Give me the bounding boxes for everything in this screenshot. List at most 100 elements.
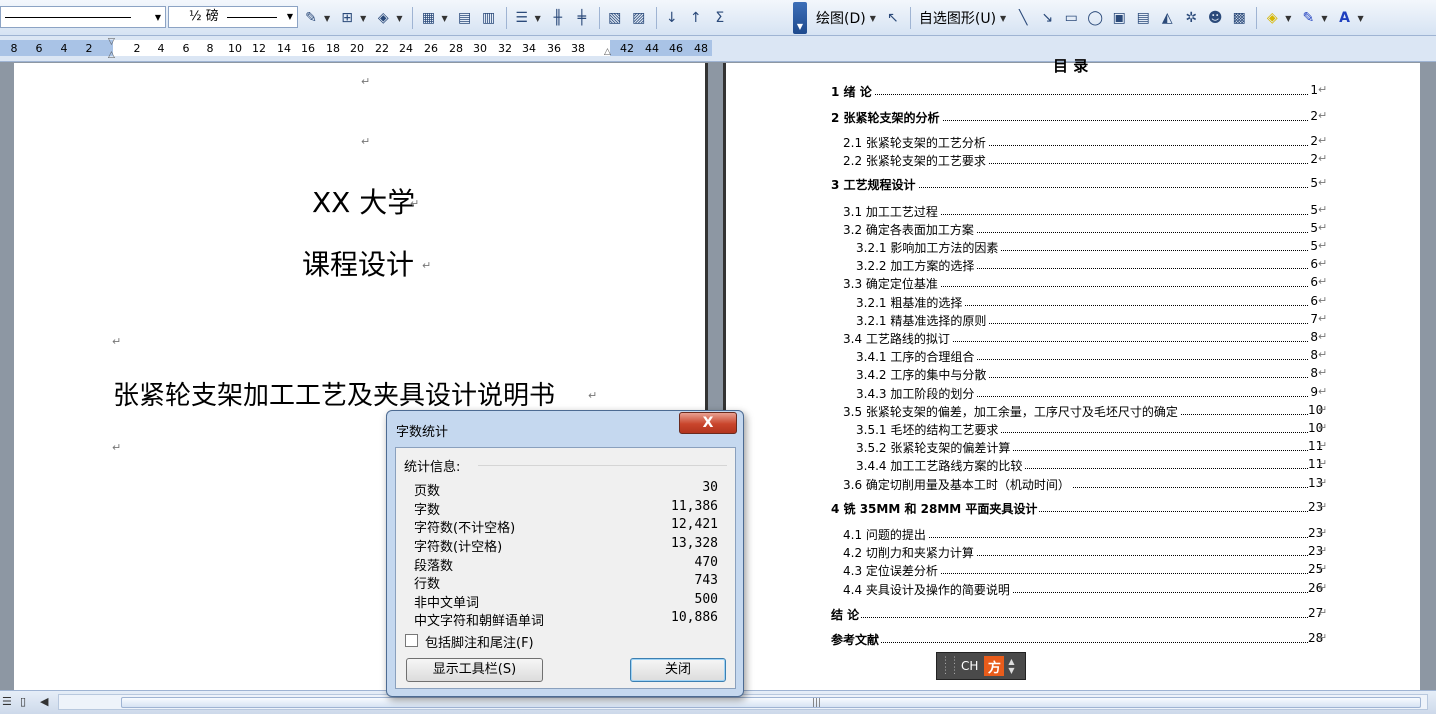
border-icon[interactable]: ⊞ — [336, 7, 358, 29]
toc-entry[interactable]: 4.4 夹具设计及操作的简要说明 26 ↵ — [726, 581, 1426, 598]
toc-entry[interactable]: 3.2 确定各表面加工方案 5 ↵ — [726, 221, 1426, 238]
autofit-icon[interactable]: ▨ — [628, 7, 650, 29]
document-page-toc[interactable]: 目 录 1 绪 论 1 ↵ 2 张紧轮支架的分析 2 ↵ 2.1 张紧轮支架的工艺分析 2 ↵ 2… — [723, 57, 1420, 690]
split-cells-icon[interactable]: ▥ — [478, 7, 500, 29]
chevron-down-icon[interactable]: ▼ — [1358, 14, 1364, 23]
toc-entry[interactable]: 3.3 确定定位基准 6 ↵ — [726, 275, 1426, 292]
toc-entry[interactable]: 4.3 定位误差分析 25 ↵ — [726, 562, 1426, 579]
fill-color-icon[interactable]: ◈ — [1261, 7, 1283, 29]
chevron-down-icon[interactable]: ▼ — [1321, 14, 1327, 23]
ime-logo-icon[interactable]: 方 — [984, 656, 1005, 676]
toc-entry[interactable]: 4 铣 35MM 和 28MM 平面夹具设计 23 ↵ — [726, 500, 1426, 517]
toc-entry[interactable]: 3.2.1 精基准选择的原则 7 ↵ — [726, 312, 1426, 329]
line-weight-combo[interactable]: ½ 磅 ▼ — [168, 6, 298, 28]
ime-language[interactable]: CH — [961, 659, 978, 673]
horizontal-ruler[interactable]: 8 6 4 2 ▽ △ 2 4 6 8 10 12 14 16 18 20 22… — [0, 36, 1436, 62]
chevron-down-icon[interactable]: ▼ — [324, 14, 330, 23]
toc-entry-label: 4.1 问题的提出 — [843, 526, 928, 543]
toc-entry[interactable]: 3.1 加工工艺过程 5 ↵ — [726, 203, 1426, 220]
first-line-indent-icon[interactable]: ▽ — [108, 37, 115, 47]
align-icon[interactable]: ☰ — [511, 7, 533, 29]
outline-view-icon[interactable]: ▯ — [20, 695, 26, 708]
clipart-icon[interactable]: ☻ — [1204, 7, 1226, 29]
fill-color-icon[interactable]: ◈ — [372, 7, 394, 29]
toc-entry[interactable]: 3.4.3 加工阶段的划分 9 ↵ — [726, 385, 1426, 402]
chevron-down-icon[interactable]: ▼ — [441, 14, 447, 23]
toc-entry[interactable]: 2 张紧轮支架的分析 2 ↵ — [726, 109, 1426, 126]
toc-entry[interactable]: 3.2.1 影响加工方法的因素 5 ↵ — [726, 239, 1426, 256]
scroll-left-icon[interactable]: ◀ — [40, 695, 48, 708]
chevron-down-icon[interactable]: ▼ — [396, 14, 402, 23]
ruler-tick: 28 — [449, 42, 463, 55]
toc-leader — [831, 94, 1308, 95]
toc-entry[interactable]: 4.1 问题的提出 23 ↵ — [726, 526, 1426, 543]
toc-entry[interactable]: 3.6 确定切削用量及基本工时（机动时间） 13 ↵ — [726, 476, 1426, 493]
distribute-rows-icon[interactable]: ╫ — [547, 7, 569, 29]
wordart-icon[interactable]: ◭ — [1156, 7, 1178, 29]
close-button[interactable]: 关闭 — [630, 658, 726, 682]
chevron-down-icon[interactable]: ▼ — [283, 7, 297, 27]
toc-entry[interactable]: 3.2.2 加工方案的选择 6 ↵ — [726, 257, 1426, 274]
toolbar-separator — [655, 7, 657, 29]
drag-handle-icon[interactable]: ⋮⋮ ⋮⋮ — [941, 656, 959, 676]
autosum-icon[interactable]: Σ — [709, 7, 731, 29]
ime-menu-icon[interactable]: ▲ ▼ — [1008, 657, 1014, 675]
scroll-thumb[interactable]: ||| — [121, 697, 1421, 708]
vertical-text-box-icon[interactable]: ▤ — [1132, 7, 1154, 29]
arrow-icon[interactable]: ↘ — [1036, 7, 1058, 29]
text-box-icon[interactable]: ▣ — [1108, 7, 1130, 29]
line-color-icon[interactable]: ✎ — [1297, 7, 1319, 29]
merge-cells-icon[interactable]: ▤ — [454, 7, 476, 29]
toc-entry[interactable]: 2.2 张紧轮支架的工艺要求 2 ↵ — [726, 152, 1426, 169]
draw-menu[interactable]: 绘图(D) — [816, 8, 866, 28]
autoshape-menu[interactable]: 自选图形(U) — [919, 8, 996, 28]
toc-entry[interactable]: 2.1 张紧轮支架的工艺分析 2 ↵ — [726, 134, 1426, 151]
toc-entry[interactable]: 结 论 27 ↵ — [726, 606, 1426, 623]
normal-view-icon[interactable]: ☰ — [2, 695, 12, 708]
chevron-down-icon[interactable]: ▼ — [1285, 14, 1291, 23]
show-toolbar-button[interactable]: 显示工具栏(S) — [406, 658, 543, 682]
hanging-indent-icon[interactable]: △ — [108, 50, 115, 60]
chevron-down-icon[interactable]: ▼ — [360, 14, 366, 23]
toc-entry[interactable]: 1 绪 论 1 ↵ — [726, 83, 1426, 100]
toc-entry[interactable]: 4.2 切削力和夹紧力计算 23 ↵ — [726, 544, 1426, 561]
chevron-down-icon[interactable]: ▼ — [151, 7, 165, 27]
scroll-track[interactable]: ||| — [58, 694, 1428, 710]
sort-descending-icon[interactable]: ↑ — [685, 7, 707, 29]
line-style-combo[interactable]: ▼ — [0, 6, 166, 28]
paragraph-mark: ↵ — [422, 259, 432, 272]
toc-entry[interactable]: 3.4 工艺路线的拟订 8 ↵ — [726, 330, 1426, 347]
select-objects-icon[interactable]: ↖ — [882, 7, 904, 29]
ime-toolbar[interactable]: ⋮⋮ ⋮⋮ CH 方 ▲ ▼ — [936, 652, 1026, 680]
toc-entry[interactable]: 3.4.1 工序的合理组合 8 ↵ — [726, 348, 1426, 365]
toc-entry[interactable]: 3.4.4 加工工艺路线方案的比较 11 ↵ — [726, 457, 1426, 474]
line-icon[interactable]: ╲ — [1012, 7, 1034, 29]
table-autoformat-icon[interactable]: ▧ — [604, 7, 626, 29]
toc-entry[interactable]: 3 工艺规程设计 5 ↵ — [726, 176, 1426, 193]
include-footnotes-label[interactable]: 包括脚注和尾注(F) — [425, 632, 534, 651]
toc-entry[interactable]: 3.5.1 毛坯的结构工艺要求 10 ↵ — [726, 421, 1426, 438]
right-indent-icon[interactable]: △ — [604, 47, 611, 57]
diagram-icon[interactable]: ✲ — [1180, 7, 1202, 29]
distribute-columns-icon[interactable]: ╪ — [571, 7, 593, 29]
rectangle-icon[interactable]: ▭ — [1060, 7, 1082, 29]
picture-icon[interactable]: ▩ — [1228, 7, 1250, 29]
chevron-down-icon[interactable]: ▼ — [870, 14, 876, 23]
chevron-down-icon[interactable]: ▼ — [535, 14, 541, 23]
insert-table-icon[interactable]: ▦ — [417, 7, 439, 29]
toolbar-options-icon[interactable]: ▼ — [793, 2, 807, 34]
toc-entry-page: 23 — [1308, 544, 1324, 558]
include-footnotes-checkbox[interactable] — [405, 634, 418, 647]
toc-entry[interactable]: 3.2.1 粗基准的选择 6 ↵ — [726, 294, 1426, 311]
close-icon[interactable]: X — [679, 412, 737, 434]
toc-entry-page: 2 — [1310, 134, 1318, 148]
line-color-icon[interactable]: ✎ — [300, 7, 322, 29]
chevron-down-icon[interactable]: ▼ — [1000, 14, 1006, 23]
toc-entry[interactable]: 3.5 张紧轮支架的偏差，加工余量，工序尺寸及毛坯尺寸的确定 10 ↵ — [726, 403, 1426, 420]
sort-ascending-icon[interactable]: ↓ — [661, 7, 683, 29]
toc-entry[interactable]: 3.4.2 工序的集中与分散 8 ↵ — [726, 366, 1426, 383]
toc-entry[interactable]: 参考文献 28 ↵ — [726, 631, 1426, 648]
font-color-icon[interactable]: A — [1334, 7, 1356, 29]
toc-entry[interactable]: 3.5.2 张紧轮支架的偏差计算 11 ↵ — [726, 439, 1426, 456]
oval-icon[interactable]: ◯ — [1084, 7, 1106, 29]
